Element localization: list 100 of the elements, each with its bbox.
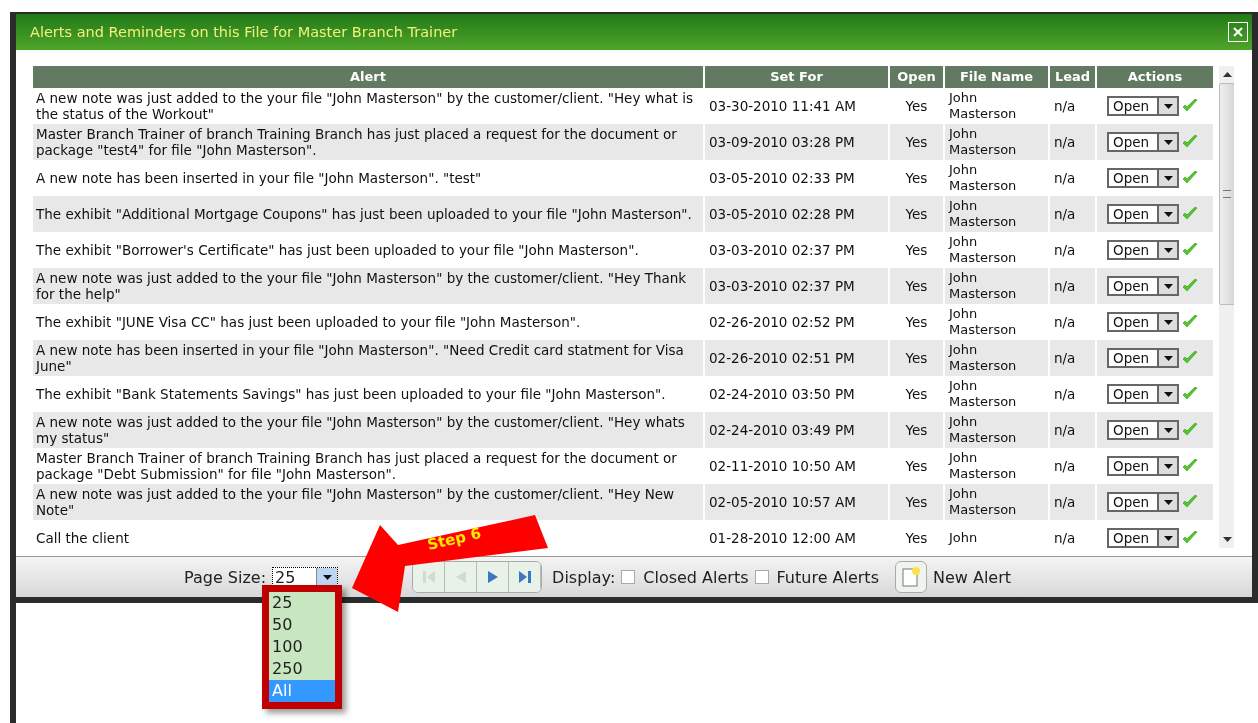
note-icon (901, 566, 921, 588)
checkmark-icon[interactable] (1182, 278, 1198, 294)
table-cell: 03-05-2010 02:28 PM (705, 196, 890, 232)
table-cell: 03-03-2010 02:37 PM (705, 268, 890, 304)
caret-icon (1163, 535, 1173, 541)
display-label: Display: (552, 567, 616, 587)
action-dropdown[interactable]: Open (1107, 348, 1179, 368)
caret-icon (1163, 211, 1173, 217)
new-alert-button[interactable]: New Alert (895, 561, 1012, 593)
checkbox[interactable] (621, 570, 636, 584)
table-cell: A new note was just added to the your file "John Masterson" by the customer/client. "Hey New Note" (33, 484, 705, 520)
table-cell: John Masterson (945, 412, 1050, 448)
action-dropdown[interactable]: Open (1107, 276, 1179, 296)
callout-label: Step 6 (425, 524, 483, 554)
checkmark-icon[interactable] (1182, 422, 1198, 438)
table-cell: n/a (1050, 484, 1097, 520)
table-cell: n/a (1050, 196, 1097, 232)
checkbox-label: Closed Alerts (643, 567, 749, 587)
table-cell: Yes (890, 340, 945, 376)
table-cell: John Masterson (945, 196, 1050, 232)
checkmark-icon[interactable] (1182, 98, 1198, 114)
table-cell: Yes (890, 268, 945, 304)
checkbox[interactable] (754, 570, 769, 584)
table-cell: Yes (890, 196, 945, 232)
column-header: Open (890, 66, 945, 88)
table-cell: 02-24-2010 03:49 PM (705, 412, 890, 448)
table-cell: 02-05-2010 10:57 AM (705, 484, 890, 520)
table-cell: n/a (1050, 340, 1097, 376)
column-header: Set For (705, 66, 890, 88)
table-cell: 03-09-2010 03:28 PM (705, 124, 890, 160)
action-dropdown[interactable]: Open (1107, 168, 1179, 188)
table-cell: John Masterson (945, 340, 1050, 376)
scroll-down-icon[interactable] (1222, 537, 1232, 542)
checkmark-icon[interactable] (1182, 134, 1198, 150)
table-cell: Yes (890, 484, 945, 520)
action-dropdown[interactable]: Open (1107, 420, 1179, 440)
scroll-up-icon[interactable] (1222, 72, 1232, 77)
caret-icon (1163, 463, 1173, 469)
table-cell: A new note was just added to the your file "John Masterson" by the customer/client. "Hey whats my status" (33, 412, 705, 448)
table-cell: n/a (1050, 268, 1097, 304)
checkmark-icon[interactable] (1182, 350, 1198, 366)
page-size-dropdown[interactable]: 25 (272, 566, 339, 588)
caret-icon (322, 574, 332, 580)
action-dropdown[interactable]: Open (1107, 456, 1179, 476)
table-cell: n/a (1050, 124, 1097, 160)
table-cell: John Masterson (945, 484, 1050, 520)
action-dropdown[interactable]: Open (1107, 384, 1179, 404)
checkmark-icon[interactable] (1182, 206, 1198, 222)
dropdown-option[interactable]: 25 (269, 591, 336, 614)
table-cell: n/a (1050, 412, 1097, 448)
table-cell: A new note has been inserted in your file "John Masterson". "Need Credit card statment for Visa June" (33, 340, 705, 376)
action-dropdown[interactable]: Open (1107, 240, 1179, 260)
action-dropdown[interactable]: Open (1107, 96, 1179, 116)
close-icon (1232, 26, 1244, 38)
caret-icon (1163, 355, 1173, 361)
column-header: File Name (945, 66, 1050, 88)
dropdown-option[interactable]: 250 (269, 657, 336, 680)
caret-icon (1163, 319, 1173, 325)
caret-icon (1163, 175, 1173, 181)
table-cell: Yes (890, 412, 945, 448)
page-size-label: Page Size: (184, 567, 267, 587)
table-cell: John Masterson (945, 268, 1050, 304)
action-dropdown[interactable]: Open (1107, 492, 1179, 512)
checkmark-icon[interactable] (1182, 530, 1198, 546)
column-header: Lead (1050, 66, 1097, 88)
scrollbar[interactable] (1219, 66, 1234, 548)
caret-icon (1163, 103, 1173, 109)
dropdown-option[interactable]: 50 (269, 613, 336, 636)
pager-button[interactable] (477, 562, 510, 592)
column-header: Alert (33, 66, 705, 88)
scrollbar-thumb[interactable] (1219, 83, 1234, 305)
caret-icon (1163, 499, 1173, 505)
caret-icon (1163, 427, 1173, 433)
action-dropdown[interactable]: Open (1107, 312, 1179, 332)
checkmark-icon[interactable] (1182, 494, 1198, 510)
table-cell: 02-26-2010 02:51 PM (705, 340, 890, 376)
pager-button[interactable] (509, 562, 542, 592)
action-dropdown[interactable]: Open (1107, 528, 1179, 548)
checkbox-label: Future Alerts (776, 567, 879, 587)
dropdown-option[interactable]: 100 (269, 635, 336, 658)
action-dropdown[interactable]: Open (1107, 204, 1179, 224)
checkmark-icon[interactable] (1182, 242, 1198, 258)
caret-icon (1163, 247, 1173, 253)
table-cell: Master Branch Trainer of branch Training Branch has just placed a request for the document or package "test4" for file "John Masterson". (33, 124, 705, 160)
table-cell: Yes (890, 124, 945, 160)
caret-icon (1163, 391, 1173, 397)
first-page-icon (420, 569, 437, 585)
checkmark-icon[interactable] (1182, 386, 1198, 402)
caret-icon (1163, 139, 1173, 145)
close-button[interactable] (1228, 22, 1248, 42)
table-cell: The exhibit "Additional Mortgage Coupons" has just been uploaded to your file "John Masterson". (33, 196, 705, 232)
checkmark-icon[interactable] (1182, 170, 1198, 186)
table-cell: John Masterson (945, 124, 1050, 160)
window-title: Alerts and Reminders on this File for Master Branch Trainer (30, 24, 458, 40)
checkmark-icon[interactable] (1182, 458, 1198, 474)
action-dropdown[interactable]: Open (1107, 132, 1179, 152)
table-cell: A new note was just added to the your file "John Masterson" by the customer/client. "Hey Thank for the help" (33, 268, 705, 304)
checkmark-icon[interactable] (1182, 314, 1198, 330)
column-header: Actions (1097, 66, 1215, 88)
last-page-icon (516, 569, 533, 585)
